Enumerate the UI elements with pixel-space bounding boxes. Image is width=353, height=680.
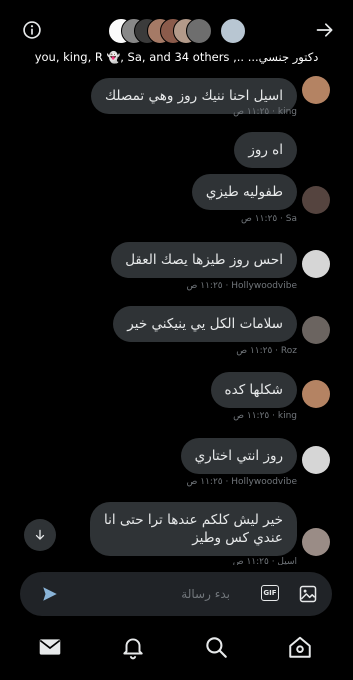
message-text: خير ليش كلكم عندها ترا حتى انا عندي كس و…: [89, 502, 297, 556]
search-icon[interactable]: [203, 634, 229, 660]
avatar[interactable]: [302, 76, 330, 104]
message-bubble[interactable]: اه روز: [234, 132, 297, 168]
message-bubble[interactable]: طفوليه طيزي: [191, 174, 297, 210]
scroll-to-bottom-button[interactable]: [24, 519, 56, 551]
sender-name: king: [277, 411, 297, 421]
message-text: احس روز طيزها يصك العقل: [111, 242, 297, 278]
message-composer: GIF: [20, 572, 332, 616]
message-text: اه روز: [234, 132, 297, 168]
sender-name: اسيل: [277, 557, 297, 565]
arrow-down-icon: [35, 529, 45, 540]
message-line: خير ليش كلكم عندها ترا حتى انا: [103, 512, 283, 528]
message-time: ١١:٢٥ ص: [241, 214, 278, 224]
members-count: , Sa, and 34 others: [120, 50, 230, 64]
message-text: طفوليه طيزي: [191, 174, 297, 210]
message-bubble[interactable]: شكلها كده: [210, 372, 297, 408]
message-meta: Sa · ١١:٢٥ ص: [241, 214, 297, 224]
message-input[interactable]: [80, 583, 230, 605]
group-members-summary[interactable]: دكتور جنسي... .., you, king, R 👻, Sa, an…: [0, 50, 353, 64]
message-bubble[interactable]: روز انتي اختاري: [180, 438, 297, 474]
avatar: [186, 18, 212, 44]
avatar[interactable]: [302, 250, 330, 278]
avatar[interactable]: [302, 380, 330, 408]
message-time: ١١:٢٥ ص: [233, 107, 270, 117]
message-bubble[interactable]: سلامات الكل يي ينيكني خير: [113, 306, 297, 342]
sender-name: Hollywoodvibe: [231, 281, 297, 291]
send-icon[interactable]: [40, 585, 60, 603]
message-meta: Hollywoodvibe · ١١:٢٥ ص: [186, 477, 297, 487]
avatar[interactable]: [302, 316, 330, 344]
bottom-navigation: [0, 622, 353, 680]
group-name: دكتور جنسي...: [247, 50, 319, 64]
message-time: ١١:٢٥ ص: [186, 281, 223, 291]
message-time: ١١:٢٥ ص: [233, 411, 270, 421]
message-bubble[interactable]: احس روز طيزها يصك العقل: [111, 242, 297, 278]
conversation-header: دكتور جنسي... .., you, king, R 👻, Sa, an…: [0, 0, 353, 70]
message-meta: king · ١١:٢٥ ص: [233, 107, 297, 117]
message-time: ١١:٢٥ ص: [236, 346, 273, 356]
message-meta: Roz · ١١:٢٥ ص: [236, 346, 297, 356]
home-icon[interactable]: [287, 634, 313, 660]
avatar[interactable]: [302, 446, 330, 474]
message-line: عندي كس وطيز: [192, 530, 283, 546]
message-time: ١١:٢٥ ص: [186, 477, 223, 487]
info-icon[interactable]: [22, 20, 42, 40]
message-text: سلامات الكل يي ينيكني خير: [113, 306, 297, 342]
message-time: ١١:٢٥ ص: [232, 557, 269, 565]
message-list[interactable]: اسيل احنا ننيك روز وهي تمصلك king · ١١:٢…: [0, 70, 353, 565]
gif-button[interactable]: GIF: [261, 585, 279, 601]
message-bubble[interactable]: خير ليش كلكم عندها ترا حتى انا عندي كس و…: [89, 502, 297, 556]
ghost-emoji: 👻: [106, 51, 121, 64]
message-meta: اسيل · ١١:٢٥ ص: [232, 557, 297, 565]
avatar: [220, 18, 246, 44]
message-text: شكلها كده: [210, 372, 297, 408]
message-text: روز انتي اختاري: [180, 438, 297, 474]
sender-name: king: [277, 107, 297, 117]
message-meta: king · ١١:٢٥ ص: [233, 411, 297, 421]
avatar[interactable]: [302, 528, 330, 556]
sender-name: Sa: [285, 214, 297, 224]
sender-name: Roz: [280, 346, 297, 356]
mail-icon[interactable]: [37, 634, 63, 660]
image-icon[interactable]: [298, 584, 318, 604]
message-meta: Hollywoodvibe · ١١:٢٥ ص: [186, 281, 297, 291]
group-avatars[interactable]: [108, 18, 248, 44]
sender-name: Hollywoodvibe: [231, 477, 297, 487]
notifications-icon[interactable]: [120, 634, 146, 660]
avatar[interactable]: [302, 186, 330, 214]
arrow-right-icon[interactable]: [315, 20, 335, 40]
